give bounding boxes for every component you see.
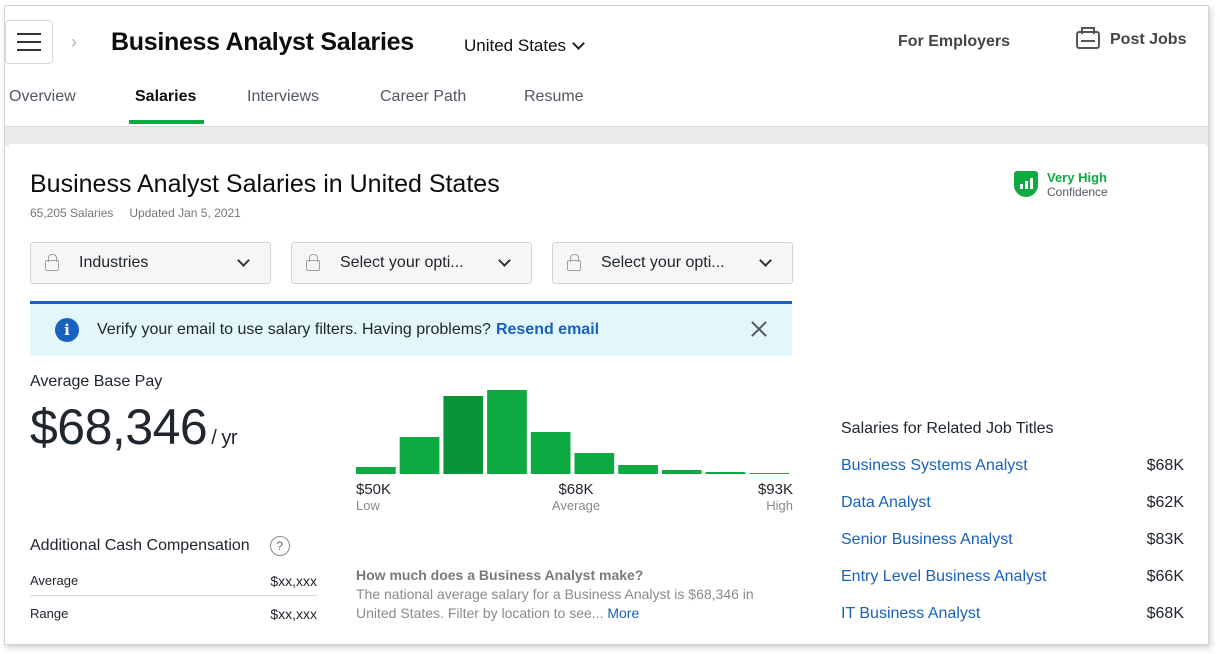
pay-amount: $68,346 [30,399,208,455]
related-title-link[interactable]: Business Systems Analyst [841,457,1028,475]
browser-frame: › Business Analyst Salaries United State… [4,5,1209,645]
histogram-bar [443,396,484,474]
additional-average-row: Average $xx,xxx [30,573,317,596]
row-value: $xx,xxx [270,573,317,589]
filter-option-3[interactable]: Select your opti... [552,242,793,284]
axis-low-value: $50K [356,481,392,498]
row-key: Average [30,573,79,588]
filter-label: Select your opti... [601,254,725,271]
confidence-shield-icon [1014,171,1038,197]
additional-cash-title: Additional Cash Compensation ? [30,536,290,556]
related-title-link[interactable]: Senior Business Analyst [841,531,1013,549]
confidence-level: Very High [1047,170,1107,185]
faq-answer: The national average salary for a Busine… [356,586,754,621]
pay-unit: / yr [211,427,238,449]
row-key: Range [30,606,69,621]
axis-average: $68K Average [546,481,606,513]
section-divider [5,126,1208,146]
post-jobs-label: Post Jobs [1110,31,1187,48]
alert-text: Verify your email to use salary filters.… [97,321,491,338]
related-titles-heading: Salaries for Related Job Titles [841,420,1054,437]
help-icon[interactable]: ? [269,536,290,556]
tab-interviews[interactable]: Interviews [247,88,319,106]
faq-question: How much does a Business Analyst make? [356,567,644,583]
axis-high-value: $93K [757,481,793,498]
lock-icon [45,254,59,271]
histogram-bar [705,472,746,474]
axis-low-label: Low [356,498,380,513]
row-value: $xx,xxx [270,606,317,622]
chevron-down-icon [498,253,511,267]
histogram-bar [399,437,440,474]
chevron-down-icon [237,253,250,267]
faq-more-link[interactable]: More [607,605,639,621]
axis-average-label: Average [551,498,601,513]
axis-average-value: $68K [558,481,594,498]
salary-histogram [356,390,789,474]
related-title-link[interactable]: IT Business Analyst [841,605,980,623]
tab-resume[interactable]: Resume [524,88,584,106]
axis-high: $93K High [758,481,793,513]
related-pay: $68K [1146,605,1184,622]
related-pay: $66K [1146,568,1184,585]
related-pay: $62K [1146,494,1184,511]
filter-label: Select your opti... [340,254,464,271]
lock-icon [306,254,320,271]
resend-email-link[interactable]: Resend email [496,321,599,339]
related-title-link[interactable]: Entry Level Business Analyst [841,568,1046,586]
average-base-pay: $68,346/ yr [30,398,238,456]
related-row: Entry Level Business Analyst $66K [841,568,1184,586]
salary-faq: How much does a Business Analyst make? T… [356,566,786,623]
salary-card: Business Analyst Salaries in United Stat… [9,144,1206,644]
tab-overview[interactable]: Overview [9,88,76,106]
confidence-label: Confidence [1047,185,1108,199]
close-icon[interactable] [750,320,768,338]
axis-low: $50K Low [356,481,391,513]
histogram-bar [487,390,527,474]
histogram-bar [661,470,702,474]
related-row: Business Systems Analyst $68K [841,457,1184,475]
histogram-bar [749,473,789,474]
tab-career-path[interactable]: Career Path [380,88,466,106]
histogram-bar [574,453,615,474]
page-title: Business Analyst Salaries [111,28,414,56]
additional-cash-label: Additional Cash Compensation [30,537,250,554]
card-title: Business Analyst Salaries in United Stat… [30,170,500,198]
post-jobs-button[interactable]: Post Jobs [1076,27,1187,49]
filter-label: Industries [79,254,149,271]
filter-industries[interactable]: Industries [30,242,271,284]
average-base-pay-label: Average Base Pay [30,373,163,390]
filter-option-2[interactable]: Select your opti... [291,242,532,284]
verify-email-alert: i Verify your email to use salary filter… [30,301,792,356]
printer-icon [1076,27,1100,49]
chevron-down-icon [759,253,772,267]
related-pay: $83K [1146,531,1184,548]
related-row: IT Business Analyst $68K [841,605,1184,623]
active-tab-indicator [129,120,204,124]
for-employers-link[interactable]: For Employers [898,33,1010,51]
lock-icon [567,254,581,271]
hamburger-menu-button[interactable] [5,20,53,64]
info-icon: i [55,318,79,342]
axis-high-label: High [766,498,793,513]
breadcrumb-chevron-icon: › [71,32,77,52]
chevron-down-icon [572,37,585,50]
related-row: Senior Business Analyst $83K [841,531,1184,549]
additional-range-row: Range $xx,xxx [30,606,317,628]
card-meta: 65,205 Salaries Updated Jan 5, 2021 [30,206,241,220]
country-dropdown[interactable]: United States [464,36,585,56]
country-dropdown-label: United States [464,36,567,55]
histogram-bar [530,432,571,474]
tab-salaries[interactable]: Salaries [135,88,196,106]
histogram-bar [618,465,658,474]
confidence-badge: Very High Confidence [1014,171,1108,199]
histogram-bar [356,467,396,474]
updated-date: Updated Jan 5, 2021 [129,206,241,220]
related-title-link[interactable]: Data Analyst [841,494,931,512]
salaries-count: 65,205 Salaries [30,206,114,220]
related-row: Data Analyst $62K [841,494,1184,512]
related-pay: $68K [1146,457,1184,474]
